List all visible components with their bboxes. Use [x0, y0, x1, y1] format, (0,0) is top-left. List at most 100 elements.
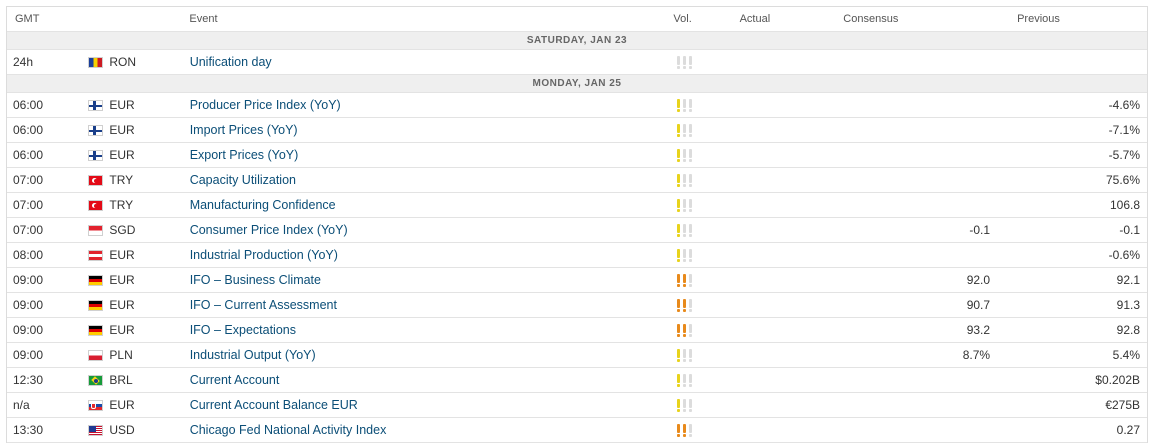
header-event[interactable]: Event — [189, 13, 673, 25]
event-link[interactable]: Chicago Fed National Activity Index — [190, 423, 387, 437]
event-row[interactable]: 09:00 EUR IFO – Business Climate 92.0 92.1 — [7, 268, 1147, 293]
event-link[interactable]: Industrial Output (YoY) — [190, 348, 316, 362]
volatility-bang-icon — [688, 148, 693, 162]
table-header: GMT Event Vol. Actual Consensus Previous — [7, 7, 1147, 32]
event-row[interactable]: n/a EUR Current Account Balance EUR €275B — [7, 393, 1147, 418]
event-link[interactable]: Consumer Price Index (YoY) — [190, 223, 348, 237]
event-row[interactable]: 09:00 EUR IFO – Current Assessment 90.7 91.3 — [7, 293, 1147, 318]
event-name-cell: Current Account Balance EUR — [190, 398, 675, 412]
event-link[interactable]: Current Account — [190, 373, 280, 387]
volatility-bang-icon — [688, 223, 693, 237]
event-link[interactable]: Current Account Balance EUR — [190, 398, 358, 412]
event-row[interactable]: 09:00 EUR IFO – Expectations 93.2 92.8 — [7, 318, 1147, 343]
event-link[interactable]: Producer Price Index (YoY) — [190, 98, 341, 112]
event-consensus: 8.7% — [962, 348, 991, 362]
volatility-bang-icon — [676, 423, 681, 437]
event-link[interactable]: Import Prices (YoY) — [190, 123, 298, 137]
event-currency: EUR — [68, 148, 189, 162]
day-separator: SATURDAY, JAN 23 — [7, 32, 1147, 50]
volatility-bang-icon — [688, 323, 693, 337]
event-currency: BRL — [68, 373, 189, 387]
event-consensus: 92.0 — [966, 273, 991, 287]
event-link[interactable]: Unification day — [190, 55, 272, 69]
country-flag-icon — [88, 224, 104, 236]
currency-code: EUR — [109, 298, 135, 312]
volatility-indicator — [675, 398, 732, 412]
volatility-indicator — [675, 55, 732, 69]
volatility-bang-icon — [676, 123, 681, 137]
volatility-bang-icon — [682, 348, 687, 362]
volatility-bang-icon — [688, 55, 693, 69]
header-vol[interactable]: Vol. — [673, 13, 730, 25]
event-link[interactable]: IFO – Expectations — [190, 323, 296, 337]
event-time: n/a — [13, 398, 30, 412]
event-name-cell: Consumer Price Index (YoY) — [190, 223, 675, 237]
volatility-bang-icon — [688, 298, 693, 312]
country-flag-icon — [88, 324, 104, 336]
header-actual[interactable]: Actual — [731, 13, 827, 25]
volatility-indicator — [675, 173, 732, 187]
event-row[interactable]: 13:30 USD Chicago Fed National Activity In… — [7, 418, 1147, 443]
event-row[interactable]: 12:30 BRL Current Account $0.202B — [7, 368, 1147, 393]
event-previous: -4.6% — [1108, 98, 1141, 112]
volatility-bang-icon — [688, 273, 693, 287]
volatility-bang-icon — [688, 423, 693, 437]
volatility-bang-icon — [676, 348, 681, 362]
country-flag-icon — [88, 56, 104, 68]
event-row[interactable]: 24h RON Unification day — [7, 50, 1147, 75]
country-flag-icon — [88, 199, 104, 211]
event-row[interactable]: 06:00 EUR Producer Price Index (YoY) -4.6% — [7, 93, 1147, 118]
event-row[interactable]: 09:00 PLN Industrial Output (YoY) 8.7% 5.4% — [7, 343, 1147, 368]
currency-code: EUR — [109, 123, 135, 137]
header-previous[interactable]: Previous — [989, 13, 1147, 25]
event-time: 12:30 — [13, 373, 44, 387]
country-flag-icon — [88, 124, 104, 136]
event-currency: EUR — [68, 398, 189, 412]
volatility-bang-icon — [676, 98, 681, 112]
event-time: 09:00 — [13, 273, 44, 287]
event-link[interactable]: IFO – Current Assessment — [190, 298, 337, 312]
event-previous: €275B — [1105, 398, 1141, 412]
country-flag-icon — [88, 424, 104, 436]
event-time: 06:00 — [13, 148, 44, 162]
event-consensus: 90.7 — [966, 298, 991, 312]
event-name-cell: Unification day — [190, 55, 675, 69]
event-previous: 91.3 — [1116, 298, 1141, 312]
volatility-bang-icon — [688, 373, 693, 387]
event-row[interactable]: 07:00 SGD Consumer Price Index (YoY) -0.1 -0… — [7, 218, 1147, 243]
event-row[interactable]: 08:00 EUR Industrial Production (YoY) -0.6% — [7, 243, 1147, 268]
volatility-bang-icon — [676, 323, 681, 337]
currency-code: EUR — [109, 398, 135, 412]
event-row[interactable]: 07:00 TRY Capacity Utilization 75.6% — [7, 168, 1147, 193]
event-name-cell: IFO – Expectations — [190, 323, 675, 337]
event-time: 09:00 — [13, 323, 44, 337]
event-link[interactable]: IFO – Business Climate — [190, 273, 321, 287]
event-currency: SGD — [68, 223, 189, 237]
event-name-cell: IFO – Current Assessment — [190, 298, 675, 312]
event-row[interactable]: 07:00 TRY Manufacturing Confidence 106.8 — [7, 193, 1147, 218]
event-link[interactable]: Industrial Production (YoY) — [190, 248, 338, 262]
volatility-bang-icon — [682, 298, 687, 312]
volatility-indicator — [675, 98, 732, 112]
event-row[interactable]: 06:00 EUR Export Prices (YoY) -5.7% — [7, 143, 1147, 168]
event-currency: RON — [68, 55, 189, 69]
header-consensus[interactable]: Consensus — [826, 13, 989, 25]
volatility-bang-icon — [682, 398, 687, 412]
volatility-bang-icon — [682, 123, 687, 137]
event-link[interactable]: Export Prices (YoY) — [190, 148, 299, 162]
event-link[interactable]: Capacity Utilization — [190, 173, 296, 187]
header-gmt[interactable]: GMT — [7, 13, 68, 25]
currency-code: EUR — [109, 98, 135, 112]
event-name-cell: Capacity Utilization — [190, 173, 675, 187]
volatility-bang-icon — [676, 173, 681, 187]
country-flag-icon — [88, 349, 104, 361]
volatility-bang-icon — [682, 373, 687, 387]
event-row[interactable]: 06:00 EUR Import Prices (YoY) -7.1% — [7, 118, 1147, 143]
country-flag-icon — [88, 399, 104, 411]
volatility-bang-icon — [676, 373, 681, 387]
event-previous: 5.4% — [1112, 348, 1141, 362]
volatility-bang-icon — [676, 148, 681, 162]
event-time: 07:00 — [13, 198, 44, 212]
volatility-bang-icon — [688, 198, 693, 212]
event-link[interactable]: Manufacturing Confidence — [190, 198, 336, 212]
